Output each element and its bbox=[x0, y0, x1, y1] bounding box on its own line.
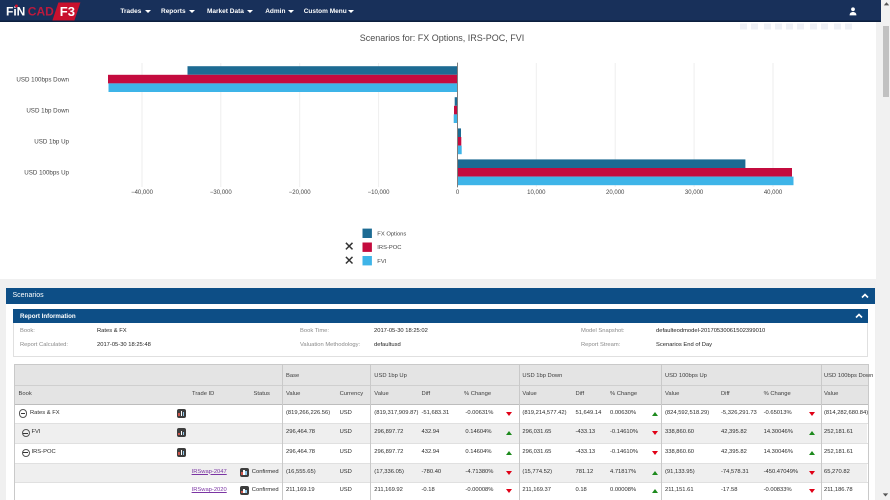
svg-text:−10,000: −10,000 bbox=[368, 190, 391, 196]
svg-text:USD 1bp Up: USD 1bp Up bbox=[34, 138, 69, 145]
svg-text:CAD: CAD bbox=[28, 4, 54, 18]
svg-text:−30,000: −30,000 bbox=[210, 190, 233, 196]
svg-text:USD 100bps Down: USD 100bps Down bbox=[16, 76, 69, 83]
svg-text:−20,000: −20,000 bbox=[289, 190, 312, 196]
svg-text:20,000: 20,000 bbox=[606, 190, 625, 196]
svg-text:Scenarios for: FX Options, IRS: Scenarios for: FX Options, IRS-POC, FVI bbox=[360, 33, 525, 43]
svg-text:IRS-POC: IRS-POC bbox=[377, 245, 401, 251]
svg-text:USD 100bps Up: USD 100bps Up bbox=[24, 169, 69, 176]
svg-text:USD 1bp Down: USD 1bp Down bbox=[26, 107, 69, 114]
svg-text:0: 0 bbox=[456, 190, 460, 196]
svg-text:FX Options: FX Options bbox=[377, 231, 406, 237]
svg-text:10,000: 10,000 bbox=[527, 190, 546, 196]
svg-text:30,000: 30,000 bbox=[685, 190, 704, 196]
svg-text:FVI: FVI bbox=[377, 259, 386, 265]
svg-text:−40,000: −40,000 bbox=[131, 190, 154, 196]
svg-text:F3: F3 bbox=[60, 4, 75, 19]
svg-text:40,000: 40,000 bbox=[764, 190, 783, 196]
